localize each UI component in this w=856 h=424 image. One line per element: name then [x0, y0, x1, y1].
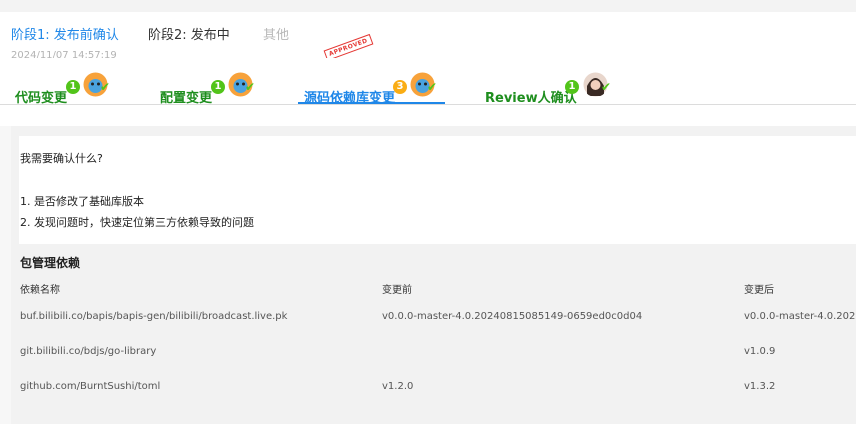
dependency-panel: 我需要确认什么? 1. 是否修改了基础库版本 2. 发现问题时，快速定位第三方依…	[11, 126, 856, 424]
dependency-change-count-badge: 3	[393, 80, 407, 94]
column-header-name: 依赖名称	[20, 285, 60, 296]
column-header-before: 变更前	[382, 285, 412, 296]
approved-check-icon: ✔	[427, 80, 438, 94]
dependency-name-cell: git.bilibili.co/bdjs/go-library	[20, 346, 157, 357]
version-before-cell: v0.0.0-master-4.0.20240815085149-0659ed0…	[382, 311, 643, 322]
top-strip	[0, 0, 856, 12]
confirmation-info-box: 我需要确认什么? 1. 是否修改了基础库版本 2. 发现问题时，快速定位第三方依…	[19, 136, 856, 244]
stage-other-tab[interactable]: 其他	[263, 24, 289, 43]
approved-stamp: APPROVED	[323, 33, 374, 62]
confirmation-point: 2. 发现问题时，快速定位第三方依赖导致的问题	[20, 216, 254, 229]
tab-divider	[0, 104, 856, 105]
change-tabs: 代码变更 1 ✔ 配置变更 1 ✔ 源码依赖库变更 3 ✔ Review人确认 …	[0, 58, 856, 126]
approved-check-icon: ✔	[100, 80, 111, 94]
version-before-cell: v1.2.0	[382, 381, 414, 392]
stage-2-tab[interactable]: 阶段2: 发布中	[148, 24, 230, 43]
stage-1-tab[interactable]: 阶段1: 发布前确认	[11, 24, 119, 43]
approved-check-icon: ✔	[245, 80, 256, 94]
dependency-name-cell: buf.bilibili.co/bapis/bapis-gen/bilibili…	[20, 311, 288, 322]
version-after-cell: v1.3.2	[744, 381, 776, 392]
column-header-after: 变更后	[744, 285, 774, 296]
dependency-name-cell: github.com/BurntSushi/toml	[20, 381, 161, 392]
code-change-count-badge: 1	[66, 80, 80, 94]
confirmation-question: 我需要确认什么?	[20, 152, 103, 165]
stage-bar: 阶段1: 发布前确认 2024/11/07 14:57:19 阶段2: 发布中 …	[0, 12, 856, 69]
dependency-section-title: 包管理依赖	[20, 256, 81, 270]
confirmation-point: 1. 是否修改了基础库版本	[20, 195, 144, 208]
version-after-cell: v0.0.0-master-4.0.202	[744, 311, 856, 322]
config-change-count-badge: 1	[211, 80, 225, 94]
reviewer-confirm-count-badge: 1	[565, 80, 579, 94]
approved-check-icon: ✔	[601, 80, 612, 94]
version-after-cell: v1.0.9	[744, 346, 776, 357]
